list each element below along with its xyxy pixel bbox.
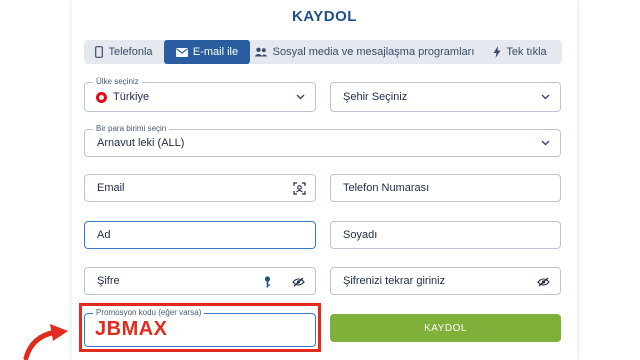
phone-field[interactable]: Telefon Numarası (330, 174, 561, 202)
first-name-placeholder: Ad (97, 229, 111, 241)
turkey-flag-icon (96, 92, 107, 103)
last-name-placeholder: Soyadı (343, 229, 378, 241)
tab-one-click-label: Tek tıkla (506, 46, 547, 58)
tab-social[interactable]: Sosyal media ve mesajlaşma programları (250, 40, 478, 64)
face-scan-icon[interactable] (293, 182, 306, 195)
register-button[interactable]: KAYDOL (330, 314, 561, 342)
tab-email[interactable]: E-mail ile (164, 40, 250, 64)
eye-off-icon[interactable] (292, 277, 305, 287)
chevron-down-icon (541, 94, 550, 100)
password-repeat-field[interactable]: Şifrenizi tekrar giriniz (330, 267, 561, 295)
key-icon[interactable] (264, 276, 271, 288)
tab-social-label: Sosyal media ve mesajlaşma programları (272, 46, 475, 58)
promo-code-field[interactable]: Promosyon kodu (eğer varsa) JBMAX (84, 308, 316, 347)
page-title: KAYDOL (292, 8, 357, 25)
city-placeholder: Şehir Seçiniz (343, 91, 408, 103)
country-value: Türkiye (113, 91, 150, 103)
country-label: Ülke seçiniz (93, 77, 142, 86)
email-field[interactable]: Email (84, 174, 316, 202)
tab-phone[interactable]: Telefonla (84, 40, 164, 64)
chevron-down-icon (541, 140, 550, 146)
tab-one-click[interactable]: Tek tıkla (478, 40, 562, 64)
promo-code-label: Promosyon kodu (eğer varsa) (93, 308, 205, 317)
chevron-down-icon (296, 94, 305, 100)
password-field[interactable]: Şifre (84, 267, 316, 295)
currency-select[interactable]: Bir para birimi seçin Arnavut leki (ALL) (84, 124, 561, 157)
tab-email-label: E-mail ile (192, 46, 239, 58)
password-placeholder: Şifre (97, 275, 120, 287)
envelope-icon (175, 47, 188, 57)
phone-icon (95, 46, 104, 58)
country-select[interactable]: Ülke seçiniz Türkiye (84, 77, 316, 112)
first-name-field[interactable]: Ad (84, 221, 316, 249)
last-name-field[interactable]: Soyadı (330, 221, 561, 249)
email-placeholder: Email (97, 182, 125, 194)
pointer-arrow-icon (23, 324, 68, 360)
registration-method-tabs: Telefonla E-mail ile Sosyal media ve mes… (84, 40, 562, 64)
tab-phone-label: Telefonla (108, 46, 153, 58)
currency-value: Arnavut leki (ALL) (97, 137, 185, 149)
eye-off-icon[interactable] (537, 277, 550, 287)
users-icon (254, 47, 268, 57)
phone-placeholder: Telefon Numarası (343, 182, 430, 194)
password-repeat-placeholder: Şifrenizi tekrar giriniz (343, 275, 446, 287)
currency-label: Bir para birimi seçin (93, 124, 170, 133)
lightning-icon (493, 46, 501, 58)
city-select[interactable]: Şehir Seçiniz (330, 82, 561, 112)
promo-code-value: JBMAX (95, 318, 168, 340)
